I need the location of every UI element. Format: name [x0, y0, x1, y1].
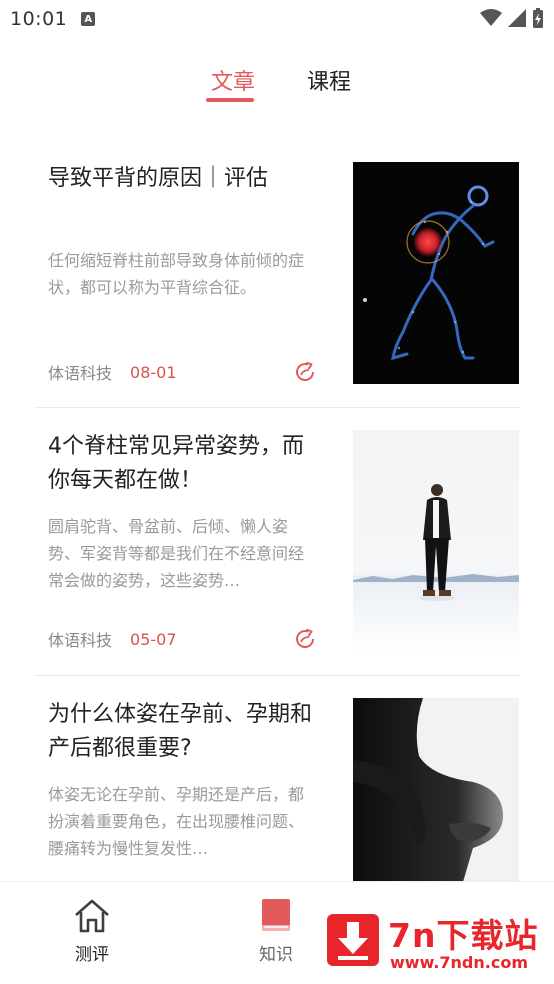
nav-label: 测评 — [75, 945, 109, 965]
signal-icon — [508, 9, 526, 27]
article-card[interactable]: 4个脊柱常见异常姿势，而你每天都在做！ 圆肩驼背、骨盆前、后倾、懒人姿势、军姿背… — [0, 408, 554, 676]
tab-courses[interactable]: 课程 — [307, 64, 351, 96]
article-meta: 体语科技 08-01 — [48, 360, 318, 384]
notification-icon: A — [81, 12, 96, 26]
article-source: 体语科技 — [48, 631, 113, 650]
watermark-url: www.7ndn.com — [390, 953, 528, 972]
article-date: 08-01 — [130, 362, 177, 382]
content-tabs: 文章 课程 — [0, 64, 554, 108]
glowing-body-image — [363, 185, 495, 361]
article-title: 4个脊柱常见异常姿势，而你每天都在做！ — [48, 434, 304, 493]
article-thumbnail — [353, 430, 519, 652]
article-description: 任何缩短脊柱前部导致身体前倾的症状，都可以称为平背综合征。 — [48, 251, 305, 297]
article-meta: 体语科技 05-07 — [48, 627, 318, 651]
article-thumbnail — [353, 698, 519, 882]
article-description: 圆肩驼背、骨盆前、后倾、懒人姿势、军姿背等都是我们在不经意间经常会做的姿势，这些… — [48, 517, 305, 590]
man-standing-image — [353, 484, 519, 601]
article-card[interactable]: 导致平背的原因｜评估 任何缩短脊柱前部导致身体前倾的症状，都可以称为平背综合征。… — [0, 140, 554, 408]
watermark-title: 7n下载站 — [388, 916, 539, 955]
article-title: 导致平背的原因｜评估 — [48, 166, 269, 191]
status-bar: 10:01 A — [0, 0, 554, 38]
status-time: 10:01 — [10, 8, 68, 30]
tab-active-indicator — [206, 98, 254, 102]
status-icons — [480, 8, 544, 28]
nav-label: 知识 — [259, 945, 293, 965]
wifi-icon — [480, 9, 502, 26]
tab-articles[interactable]: 文章 — [211, 64, 255, 96]
book-icon — [262, 899, 290, 931]
home-icon — [75, 899, 109, 933]
nav-item-knowledge[interactable]: 知识 — [236, 898, 316, 965]
share-icon[interactable] — [292, 626, 318, 652]
download-arrow-icon — [327, 914, 379, 966]
article-date: 05-07 — [130, 629, 177, 649]
article-description: 体姿无论在孕前、孕期还是产后，都扮演着重要角色，在出现腰椎问题、腰痛转为慢性复发… — [48, 785, 305, 858]
article-thumbnail — [353, 162, 519, 384]
nav-item-assessment[interactable]: 测评 — [52, 898, 132, 965]
pregnant-silhouette-image — [353, 698, 503, 882]
article-title: 为什么体姿在孕前、孕期和产后都很重要? — [48, 702, 313, 761]
battery-icon — [533, 8, 543, 28]
share-icon[interactable] — [292, 359, 318, 385]
article-source: 体语科技 — [48, 364, 113, 383]
watermark: 7n下载站 www.7ndn.com — [320, 905, 550, 979]
